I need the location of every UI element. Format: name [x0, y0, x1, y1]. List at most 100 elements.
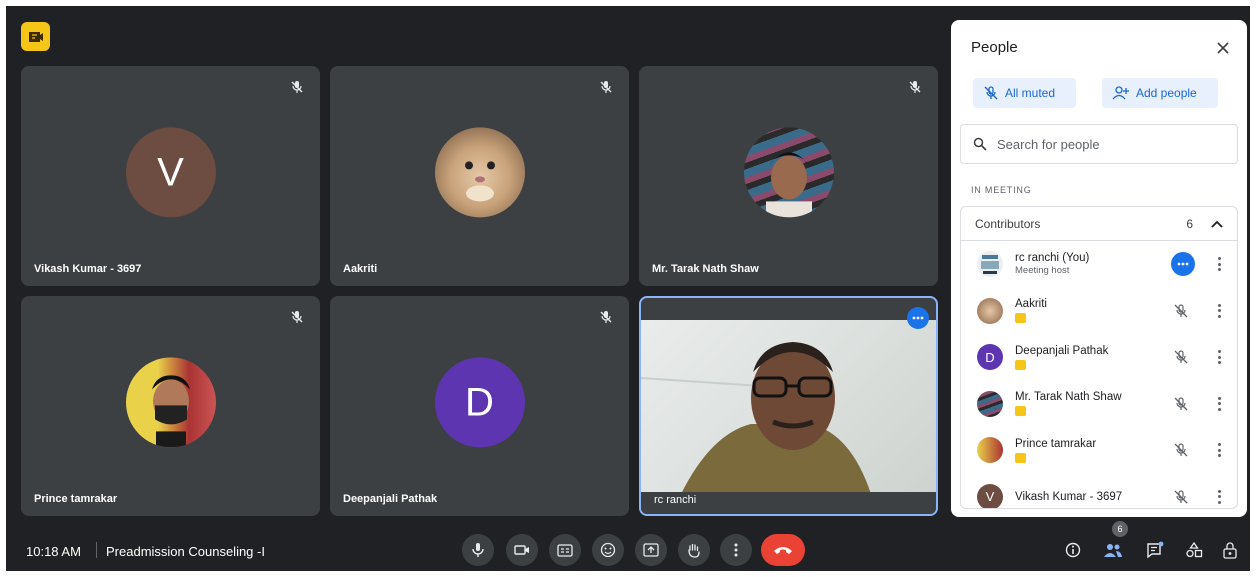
more-vert-icon[interactable]: [1217, 443, 1221, 458]
avatar-initial: D: [465, 379, 494, 424]
participant-list-item[interactable]: Mr. Tarak Nath Shaw: [961, 381, 1237, 428]
participant-name: Vikash Kumar - 3697: [34, 263, 142, 275]
profile-photo-avatar: [977, 390, 1003, 417]
meeting-title: Preadmission Counseling -I: [106, 544, 265, 559]
video-camera-icon: [514, 545, 529, 555]
avatar-initial: V: [157, 149, 184, 194]
present-screen-icon: [643, 543, 659, 557]
mic-off-icon[interactable]: [1173, 489, 1189, 505]
add-people-button[interactable]: Add people: [1102, 78, 1218, 108]
contributors-label: Contributors: [975, 216, 1041, 231]
participant-name: Mr. Tarak Nath Shaw: [652, 263, 759, 275]
contributors-header[interactable]: Contributors 6: [961, 207, 1237, 241]
host-controls-button[interactable]: [1219, 539, 1241, 561]
participant-list-name: Prince tamrakar: [1015, 437, 1097, 450]
participant-list-item[interactable]: Prince tamrakar: [961, 427, 1237, 474]
add-person-icon: [1112, 86, 1129, 100]
camera-video-feed: [641, 320, 936, 494]
presenting-badge-icon: [1015, 452, 1026, 463]
participant-avatar: V: [125, 127, 216, 218]
participant-tile[interactable]: Prince tamrakar: [21, 296, 320, 516]
closed-captions-icon: [557, 543, 573, 557]
mic-off-icon[interactable]: [1173, 442, 1189, 458]
participant-list-item[interactable]: rc ranchi (You) Meeting host: [961, 241, 1237, 288]
reactions-button[interactable]: [592, 534, 624, 566]
active-speaker-tile[interactable]: rc ranchi: [639, 296, 938, 516]
section-label: IN MEETING: [971, 185, 1032, 195]
participant-list-name: Mr. Tarak Nath Shaw: [1015, 391, 1122, 404]
participant-tile[interactable]: V Vikash Kumar - 3697: [21, 66, 320, 286]
clock-time: 10:18 AM: [26, 544, 81, 559]
info-icon: [1065, 542, 1081, 558]
all-muted-label: All muted: [1005, 86, 1056, 100]
profile-photo-avatar: [977, 437, 1003, 464]
participant-role: Meeting host: [1015, 265, 1070, 277]
search-icon: [973, 137, 987, 151]
more-vert-icon[interactable]: [1217, 303, 1221, 318]
mic-off-icon: [600, 311, 612, 323]
divider: [96, 542, 97, 558]
mic-off-icon[interactable]: [1173, 303, 1189, 319]
mic-off-icon: [600, 81, 612, 93]
profile-photo-avatar: [125, 357, 216, 448]
presenting-badge-icon: [1015, 406, 1026, 417]
presenting-badge-icon: [1015, 359, 1026, 370]
more-options-button[interactable]: [720, 534, 752, 566]
more-vert-icon[interactable]: [1217, 257, 1221, 272]
meeting-details-button[interactable]: [1062, 539, 1084, 561]
all-muted-button[interactable]: All muted: [973, 78, 1076, 108]
chevron-up-icon[interactable]: [1211, 220, 1223, 228]
participant-name: Aakriti: [343, 263, 378, 275]
mic-off-icon[interactable]: [1173, 396, 1189, 412]
participant-list-item[interactable]: Aakriti: [961, 288, 1237, 335]
captions-button[interactable]: [549, 534, 581, 566]
participant-tile[interactable]: Mr. Tarak Nath Shaw: [639, 66, 938, 286]
mic-off-icon: [909, 81, 921, 93]
mic-off-icon: [291, 311, 303, 323]
lock-person-icon: [1223, 542, 1237, 559]
raise-hand-icon: [688, 543, 700, 558]
participant-avatar: V: [977, 483, 1003, 508]
people-button[interactable]: [1102, 539, 1124, 561]
more-vert-icon[interactable]: [1217, 489, 1221, 504]
leave-call-button[interactable]: [761, 534, 805, 566]
participant-list-name: Aakriti: [1015, 298, 1047, 311]
avatar-initial: V: [985, 489, 995, 505]
camera-button[interactable]: [506, 534, 538, 566]
search-people-input[interactable]: Search for people: [960, 124, 1238, 164]
participant-list-name: Vikash Kumar - 3697: [1015, 490, 1123, 503]
microphone-button[interactable]: [462, 534, 494, 566]
participant-tile[interactable]: Aakriti: [330, 66, 629, 286]
more-vert-icon[interactable]: [1217, 396, 1221, 411]
close-icon[interactable]: [1215, 40, 1231, 56]
participant-name: Prince tamrakar: [34, 493, 118, 505]
add-people-label: Add people: [1136, 86, 1197, 100]
mic-off-icon[interactable]: [1173, 349, 1189, 365]
presenting-badge-icon: [1015, 313, 1026, 324]
people-icon: [1104, 544, 1122, 557]
participant-list-name: rc ranchi (You): [1015, 252, 1090, 265]
contributors-list: Contributors 6 rc ranchi (You) Meeting h…: [960, 206, 1238, 509]
chat-button[interactable]: [1144, 539, 1166, 561]
more-vert-icon[interactable]: [1217, 350, 1221, 365]
mic-icon: [472, 543, 484, 557]
participant-list-name: Deepanjali Pathak: [1015, 344, 1109, 357]
chat-icon: [1147, 541, 1164, 559]
speaking-indicator-icon: [1171, 252, 1195, 277]
participant-tile[interactable]: D Deepanjali Pathak: [330, 296, 629, 516]
hamster-avatar-image: [434, 127, 525, 218]
recording-badge-icon[interactable]: [21, 22, 50, 51]
present-screen-button[interactable]: [635, 534, 667, 566]
more-options-icon[interactable]: [907, 307, 929, 329]
activities-button[interactable]: [1183, 539, 1205, 561]
participant-list-item[interactable]: D Deepanjali Pathak: [961, 334, 1237, 381]
profile-photo-avatar: [743, 127, 834, 218]
search-placeholder: Search for people: [997, 136, 1100, 152]
raise-hand-button[interactable]: [678, 534, 710, 566]
participant-name: Deepanjali Pathak: [343, 493, 438, 505]
meet-window: V Vikash Kumar - 3697 Aakriti Mr. Tarak …: [6, 6, 1250, 571]
participant-list-item[interactable]: V Vikash Kumar - 3697: [961, 474, 1237, 508]
mic-off-icon: [984, 86, 998, 100]
logo-avatar: [977, 251, 1003, 278]
contributors-count: 6: [1186, 216, 1193, 231]
